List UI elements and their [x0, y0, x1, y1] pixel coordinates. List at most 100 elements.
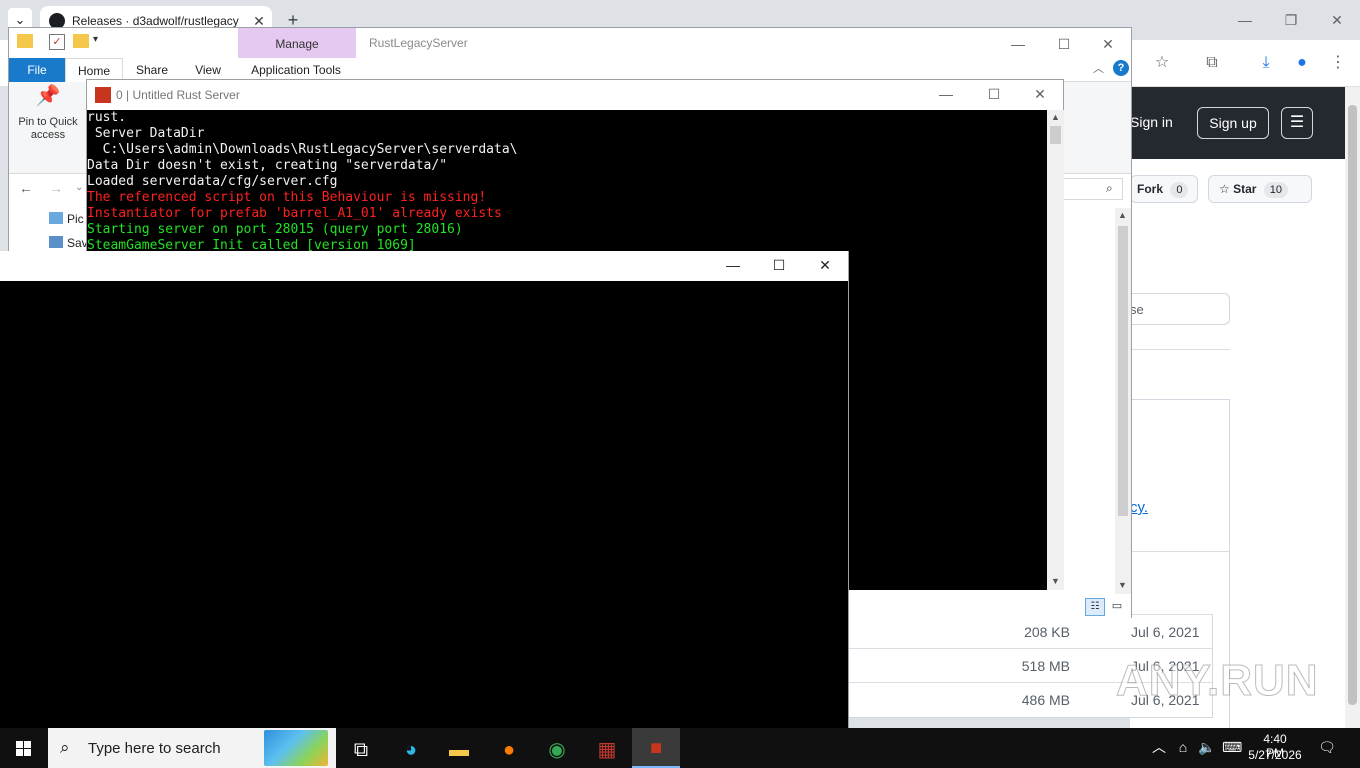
- profile-avatar-icon[interactable]: ●: [1288, 49, 1316, 77]
- tab-title: Releases · d3adwolf/rustlegacy: [72, 14, 239, 28]
- explorer-maximize-icon[interactable]: ☐: [1049, 32, 1079, 56]
- star-count: 10: [1263, 182, 1289, 198]
- sidebar-item-saved[interactable]: Sav: [49, 236, 88, 250]
- sidebar-item-label: Sav: [67, 236, 88, 250]
- chrome-menu-icon[interactable]: ⋮: [1324, 49, 1352, 77]
- bookmark-star-icon[interactable]: ☆: [1148, 49, 1176, 77]
- tray-chevron-icon[interactable]: ︿: [1150, 738, 1168, 756]
- search-placeholder: Type here to search: [88, 740, 221, 757]
- clock-date[interactable]: 5/27/2026: [1244, 748, 1306, 762]
- desktop: ⌄ Releases · d3adwolf/rustlegacy ✕ + — ❐…: [0, 0, 1360, 768]
- downloads-icon[interactable]: ⤓: [1252, 49, 1280, 77]
- saved-icon: [49, 236, 63, 248]
- manage-contextual-tab[interactable]: Manage: [238, 28, 356, 58]
- edge-icon[interactable]: ◕: [388, 732, 434, 768]
- taskbar: ⌕ Type here to search ⧉ ◕ ▬ ● ◉ ▦ ■ ︿ ⌂ …: [0, 728, 1360, 768]
- pin-label: Pin to Quick access: [18, 116, 78, 141]
- scroll-down-icon[interactable]: ▼: [1051, 576, 1060, 586]
- scroll-up-icon[interactable]: ▲: [1051, 112, 1060, 122]
- rust-close-icon[interactable]: ✕: [1025, 82, 1055, 106]
- blank-window-body[interactable]: [0, 281, 848, 728]
- firefox-icon[interactable]: ●: [486, 732, 532, 768]
- blank-console-window: — ☐ ✕: [0, 251, 849, 728]
- task-view-icon[interactable]: ⧉: [338, 732, 384, 768]
- fork-button[interactable]: Fork 0: [1130, 175, 1198, 203]
- console-line: Data Dir doesn't exist, creating "server…: [87, 158, 448, 173]
- asset-size: 518 MB: [1021, 658, 1070, 674]
- chrome-close-icon[interactable]: ✕: [1322, 8, 1352, 32]
- file-explorer-taskbar-icon[interactable]: ▬: [436, 732, 482, 768]
- blank-close-icon[interactable]: ✕: [810, 253, 840, 277]
- quick-access-dropdown-icon[interactable]: ▾: [93, 34, 98, 45]
- forward-arrow-icon[interactable]: →: [49, 180, 63, 196]
- explorer-title-bar: ✓ ▾ Manage RustLegacyServer — ☐ ✕: [9, 28, 1131, 58]
- notifications-icon[interactable]: 🗨: [1318, 738, 1336, 756]
- search-highlight-image: [264, 730, 328, 766]
- pin-icon: 📌: [35, 85, 61, 107]
- start-button[interactable]: [0, 728, 48, 768]
- page-scrollbar[interactable]: [1345, 87, 1360, 728]
- windows-logo-icon: [16, 741, 31, 756]
- partial-search-input[interactable]: se: [1130, 293, 1230, 325]
- explorer-title: RustLegacyServer: [369, 36, 468, 50]
- properties-icon[interactable]: ✓: [49, 34, 65, 50]
- volume-icon[interactable]: 🔈: [1198, 738, 1216, 756]
- partial-input-text: se: [1130, 302, 1144, 317]
- explorer-scrollbar[interactable]: ▲ ▼: [1115, 208, 1131, 594]
- console-scroll-thumb[interactable]: [1050, 126, 1061, 144]
- blank-minimize-icon[interactable]: —: [718, 253, 748, 277]
- console-line: Loaded serverdata/cfg/server.cfg: [87, 174, 338, 189]
- rust-maximize-icon[interactable]: ☐: [979, 82, 1009, 106]
- scroll-up-icon[interactable]: ▲: [1118, 210, 1127, 220]
- console-lines: rust. Server DataDir C:\Users\admin\Down…: [87, 110, 1047, 254]
- rust-server-taskbar-icon[interactable]: ■: [632, 728, 680, 768]
- sign-up-button[interactable]: Sign up: [1197, 107, 1269, 139]
- winrar-icon[interactable]: ▦: [584, 732, 630, 768]
- console-line: C:\Users\admin\Downloads\RustLegacyServe…: [87, 142, 518, 157]
- explorer-close-icon[interactable]: ✕: [1093, 32, 1123, 56]
- asset-size: 208 KB: [1024, 624, 1070, 640]
- collapse-ribbon-icon[interactable]: ︿: [1093, 60, 1104, 76]
- chrome-taskbar-icon[interactable]: ◉: [534, 732, 580, 768]
- details-view-icon[interactable]: ☷: [1085, 598, 1105, 616]
- chrome-restore-icon[interactable]: ❐: [1276, 8, 1306, 32]
- taskbar-search-box[interactable]: ⌕ Type here to search: [48, 728, 336, 768]
- recent-locations-icon[interactable]: ⌄: [75, 182, 83, 193]
- page-scroll-thumb[interactable]: [1348, 105, 1357, 705]
- ime-icon[interactable]: ⌨: [1222, 738, 1242, 756]
- rust-console-title: 0 | Untitled Rust Server: [116, 88, 240, 102]
- explorer-search-input[interactable]: ⌕: [1059, 178, 1123, 200]
- rust-console-title-bar: 0 | Untitled Rust Server — ☐ ✕: [87, 80, 1063, 110]
- extensions-icon[interactable]: ⧉: [1198, 49, 1226, 77]
- star-button[interactable]: ☆ Star 10: [1208, 175, 1312, 203]
- fork-count: 0: [1170, 182, 1189, 198]
- search-icon: ⌕: [60, 738, 70, 757]
- console-scrollbar[interactable]: ▲ ▼: [1047, 110, 1064, 590]
- console-line: Starting server on port 28015 (query por…: [87, 222, 463, 237]
- folder-icon: [17, 34, 33, 48]
- partial-link[interactable]: cy.: [1130, 499, 1148, 516]
- scroll-down-icon[interactable]: ▼: [1118, 580, 1127, 590]
- console-line: Server DataDir: [87, 126, 205, 141]
- github-menu-icon[interactable]: ☰: [1281, 107, 1313, 139]
- tab-file[interactable]: File: [9, 58, 65, 82]
- new-folder-icon[interactable]: [73, 34, 89, 48]
- pin-to-quick-access-button[interactable]: 📌 Pin to Quick access: [13, 85, 83, 142]
- explorer-scroll-thumb[interactable]: [1118, 226, 1128, 516]
- back-arrow-icon[interactable]: ←: [19, 180, 33, 196]
- asset-row[interactable]: 208 KB Jul 6, 2021: [849, 614, 1212, 648]
- chrome-minimize-icon[interactable]: —: [1230, 8, 1260, 32]
- help-icon[interactable]: ?: [1113, 60, 1129, 76]
- asset-size: 486 MB: [1021, 692, 1070, 708]
- sign-in-link[interactable]: Sign in: [1130, 114, 1173, 130]
- pictures-icon: [49, 212, 63, 224]
- blank-maximize-icon[interactable]: ☐: [764, 253, 794, 277]
- sidebar-item-pictures[interactable]: Pic: [49, 212, 84, 226]
- watermark-logo: ANY.RUN: [1116, 656, 1319, 706]
- fork-label: Fork: [1137, 182, 1164, 196]
- rust-minimize-icon[interactable]: —: [931, 82, 961, 106]
- large-icons-view-icon[interactable]: ▭: [1109, 599, 1125, 613]
- explorer-minimize-icon[interactable]: —: [1003, 32, 1033, 56]
- network-icon[interactable]: ⌂: [1174, 738, 1192, 756]
- sidebar-item-label: Pic: [67, 212, 84, 226]
